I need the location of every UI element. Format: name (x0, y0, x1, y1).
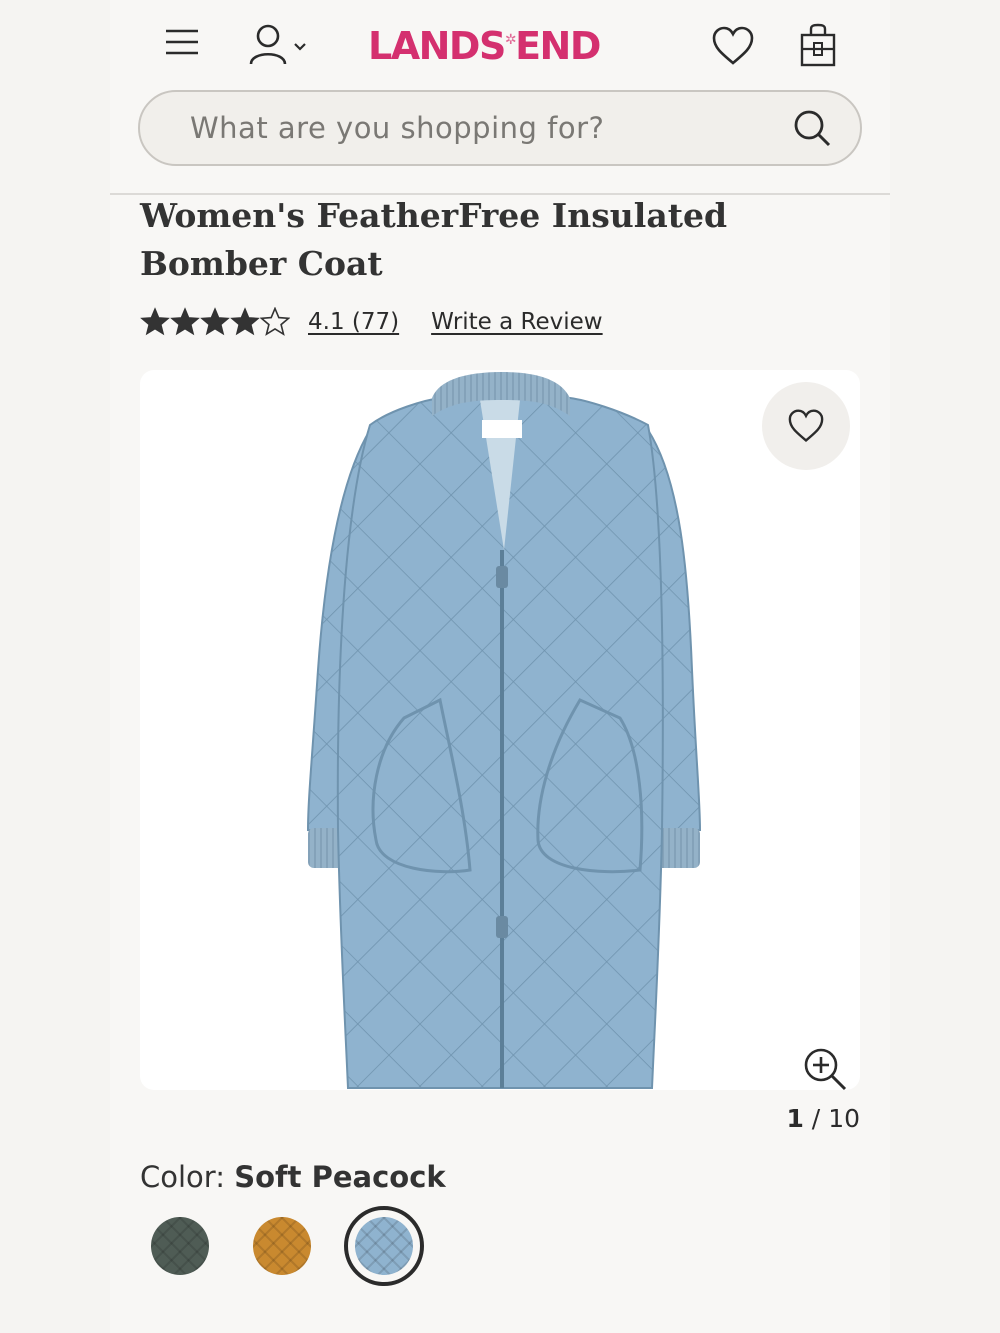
product-title: Women's FeatherFree Insulated Bomber Coa… (140, 196, 728, 283)
swatch-color (355, 1217, 413, 1275)
wishlist-button[interactable] (710, 24, 756, 68)
product-page: LANDS✲END What are you shopping for? Wom… (110, 0, 890, 1333)
shopping-bag-icon (800, 23, 836, 67)
star-rating (140, 307, 290, 337)
swatch-color (151, 1217, 209, 1275)
selected-color-name: Soft Peacock (234, 1160, 446, 1194)
rating-summary-link[interactable]: 4.1 (77) (308, 309, 399, 335)
brand-logo[interactable]: LANDS✲END (368, 22, 630, 70)
add-to-wishlist-button[interactable] (762, 382, 850, 470)
account-icon (249, 24, 306, 65)
star-icon (230, 307, 260, 336)
search-input[interactable]: What are you shopping for? (190, 92, 604, 164)
star-icon (260, 307, 290, 336)
zoom-in-icon[interactable] (802, 1046, 848, 1092)
cart-button[interactable] (798, 22, 838, 68)
menu-icon (166, 29, 198, 55)
write-review-link[interactable]: Write a Review (431, 309, 603, 335)
swatch-color (253, 1217, 311, 1275)
color-label: Color: Soft Peacock (140, 1160, 446, 1194)
account-button[interactable] (248, 22, 312, 68)
color-swatches (140, 1206, 424, 1286)
site-header: LANDS✲END What are you shopping for? (110, 0, 890, 195)
coat-image (306, 372, 702, 1089)
product-image[interactable] (140, 370, 860, 1090)
logo-snowflake-icon: ✲ (504, 32, 517, 48)
search-bar[interactable]: What are you shopping for? (138, 90, 862, 166)
star-icon (140, 307, 170, 336)
star-icon (170, 307, 200, 336)
gallery-counter: 1 / 10 (786, 1104, 860, 1133)
color-swatch[interactable] (344, 1206, 424, 1286)
color-swatch[interactable] (140, 1206, 220, 1286)
heart-icon (788, 409, 824, 442)
star-icon (200, 307, 230, 336)
search-icon[interactable] (792, 108, 832, 148)
rating-row: 4.1 (77) Write a Review (140, 302, 603, 342)
color-swatch[interactable] (242, 1206, 322, 1286)
menu-button[interactable] (162, 22, 202, 62)
heart-icon (712, 26, 754, 65)
